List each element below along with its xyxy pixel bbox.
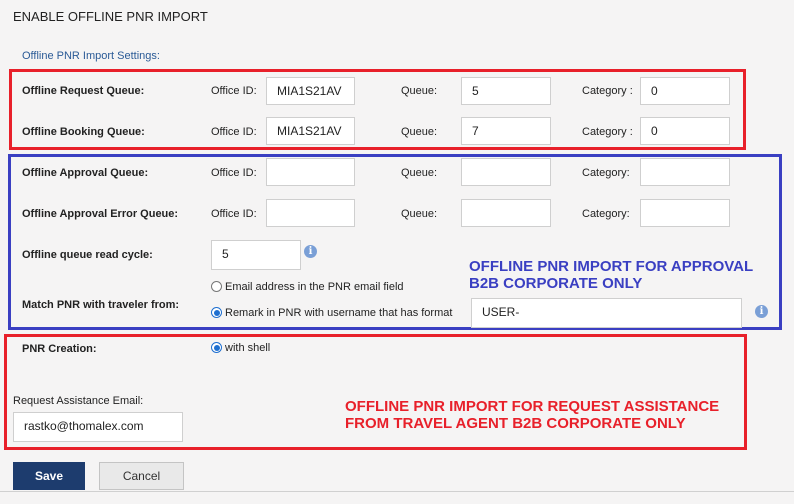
pnr-creation-option: with shell [225,342,271,354]
approval-office-id-label: Office ID: [211,167,257,179]
approval-queue-input[interactable] [461,158,551,186]
booking-queue-label: Offline Booking Queue: [22,126,145,138]
booking-office-id-input[interactable]: MIA1S21AV [266,117,355,145]
request-assistance-annotation-line1: OFFLINE PNR IMPORT FOR REQUEST ASSISTANC… [345,398,720,415]
approval-queue-label: Offline Approval Queue: [22,167,149,179]
pnr-creation-label: PNR Creation: [22,343,97,355]
booking-category-label: Category : [582,126,633,138]
assistance-email-label: Request Assistance Email: [13,395,144,407]
read-cycle-input[interactable]: 5 [211,240,301,270]
match-remark-radio[interactable] [211,307,222,318]
booking-queue-number-label: Queue: [401,126,438,138]
approval-error-category-input[interactable] [640,199,730,227]
approval-category-input[interactable] [640,158,730,186]
booking-queue-input[interactable]: 7 [461,117,551,145]
cancel-button[interactable]: Cancel [99,462,184,490]
request-queue-number-label: Queue: [401,85,438,97]
request-assistance-annotation-line2: FROM TRAVEL AGENT B2B CORPORATE ONLY [345,415,686,432]
approval-error-queue-number-label: Queue: [401,208,438,220]
footer-divider [0,491,794,492]
info-icon[interactable]: i [755,305,768,318]
request-queue-input[interactable]: 5 [461,77,551,105]
approval-annotation: OFFLINE PNR IMPORT FOR APPROVAL B2B CORP… [469,258,753,292]
save-button[interactable]: Save [13,462,85,490]
request-office-id-label: Office ID: [211,85,257,97]
approval-annotation-line1: OFFLINE PNR IMPORT FOR APPROVAL [469,258,754,275]
match-email-radio[interactable] [211,281,222,292]
info-icon[interactable]: i [304,245,317,258]
section-title: Offline PNR Import Settings: [22,50,160,62]
approval-error-queue-label: Offline Approval Error Queue: [22,208,179,220]
request-category-label: Category : [582,85,633,97]
approval-office-id-input[interactable] [266,158,355,186]
approval-category-label: Category: [582,167,630,179]
approval-error-queue-input[interactable] [461,199,551,227]
remark-format-input[interactable]: USER- [471,298,742,328]
read-cycle-label: Offline queue read cycle: [22,249,153,261]
request-queue-label: Offline Request Queue: [22,85,145,97]
request-category-input[interactable]: 0 [640,77,730,105]
approval-error-category-label: Category: [582,208,630,220]
pnr-creation-radio[interactable] [211,342,222,353]
match-pnr-label: Match PNR with traveler from: [22,299,180,311]
approval-error-office-id-input[interactable] [266,199,355,227]
approval-queue-number-label: Queue: [401,167,438,179]
match-remark-label: Remark in PNR with username that has for… [225,307,453,319]
approval-annotation-line2: B2B CORPORATE ONLY [469,275,643,292]
booking-office-id-label: Office ID: [211,126,257,138]
page-title: ENABLE OFFLINE PNR IMPORT [13,9,208,24]
match-email-label: Email address in the PNR email field [225,281,404,293]
assistance-email-input[interactable]: rastko@thomalex.com [13,412,183,442]
booking-category-input[interactable]: 0 [640,117,730,145]
request-assistance-annotation: OFFLINE PNR IMPORT FOR REQUEST ASSISTANC… [345,398,719,432]
request-office-id-input[interactable]: MIA1S21AV [266,77,355,105]
approval-error-office-id-label: Office ID: [211,208,257,220]
